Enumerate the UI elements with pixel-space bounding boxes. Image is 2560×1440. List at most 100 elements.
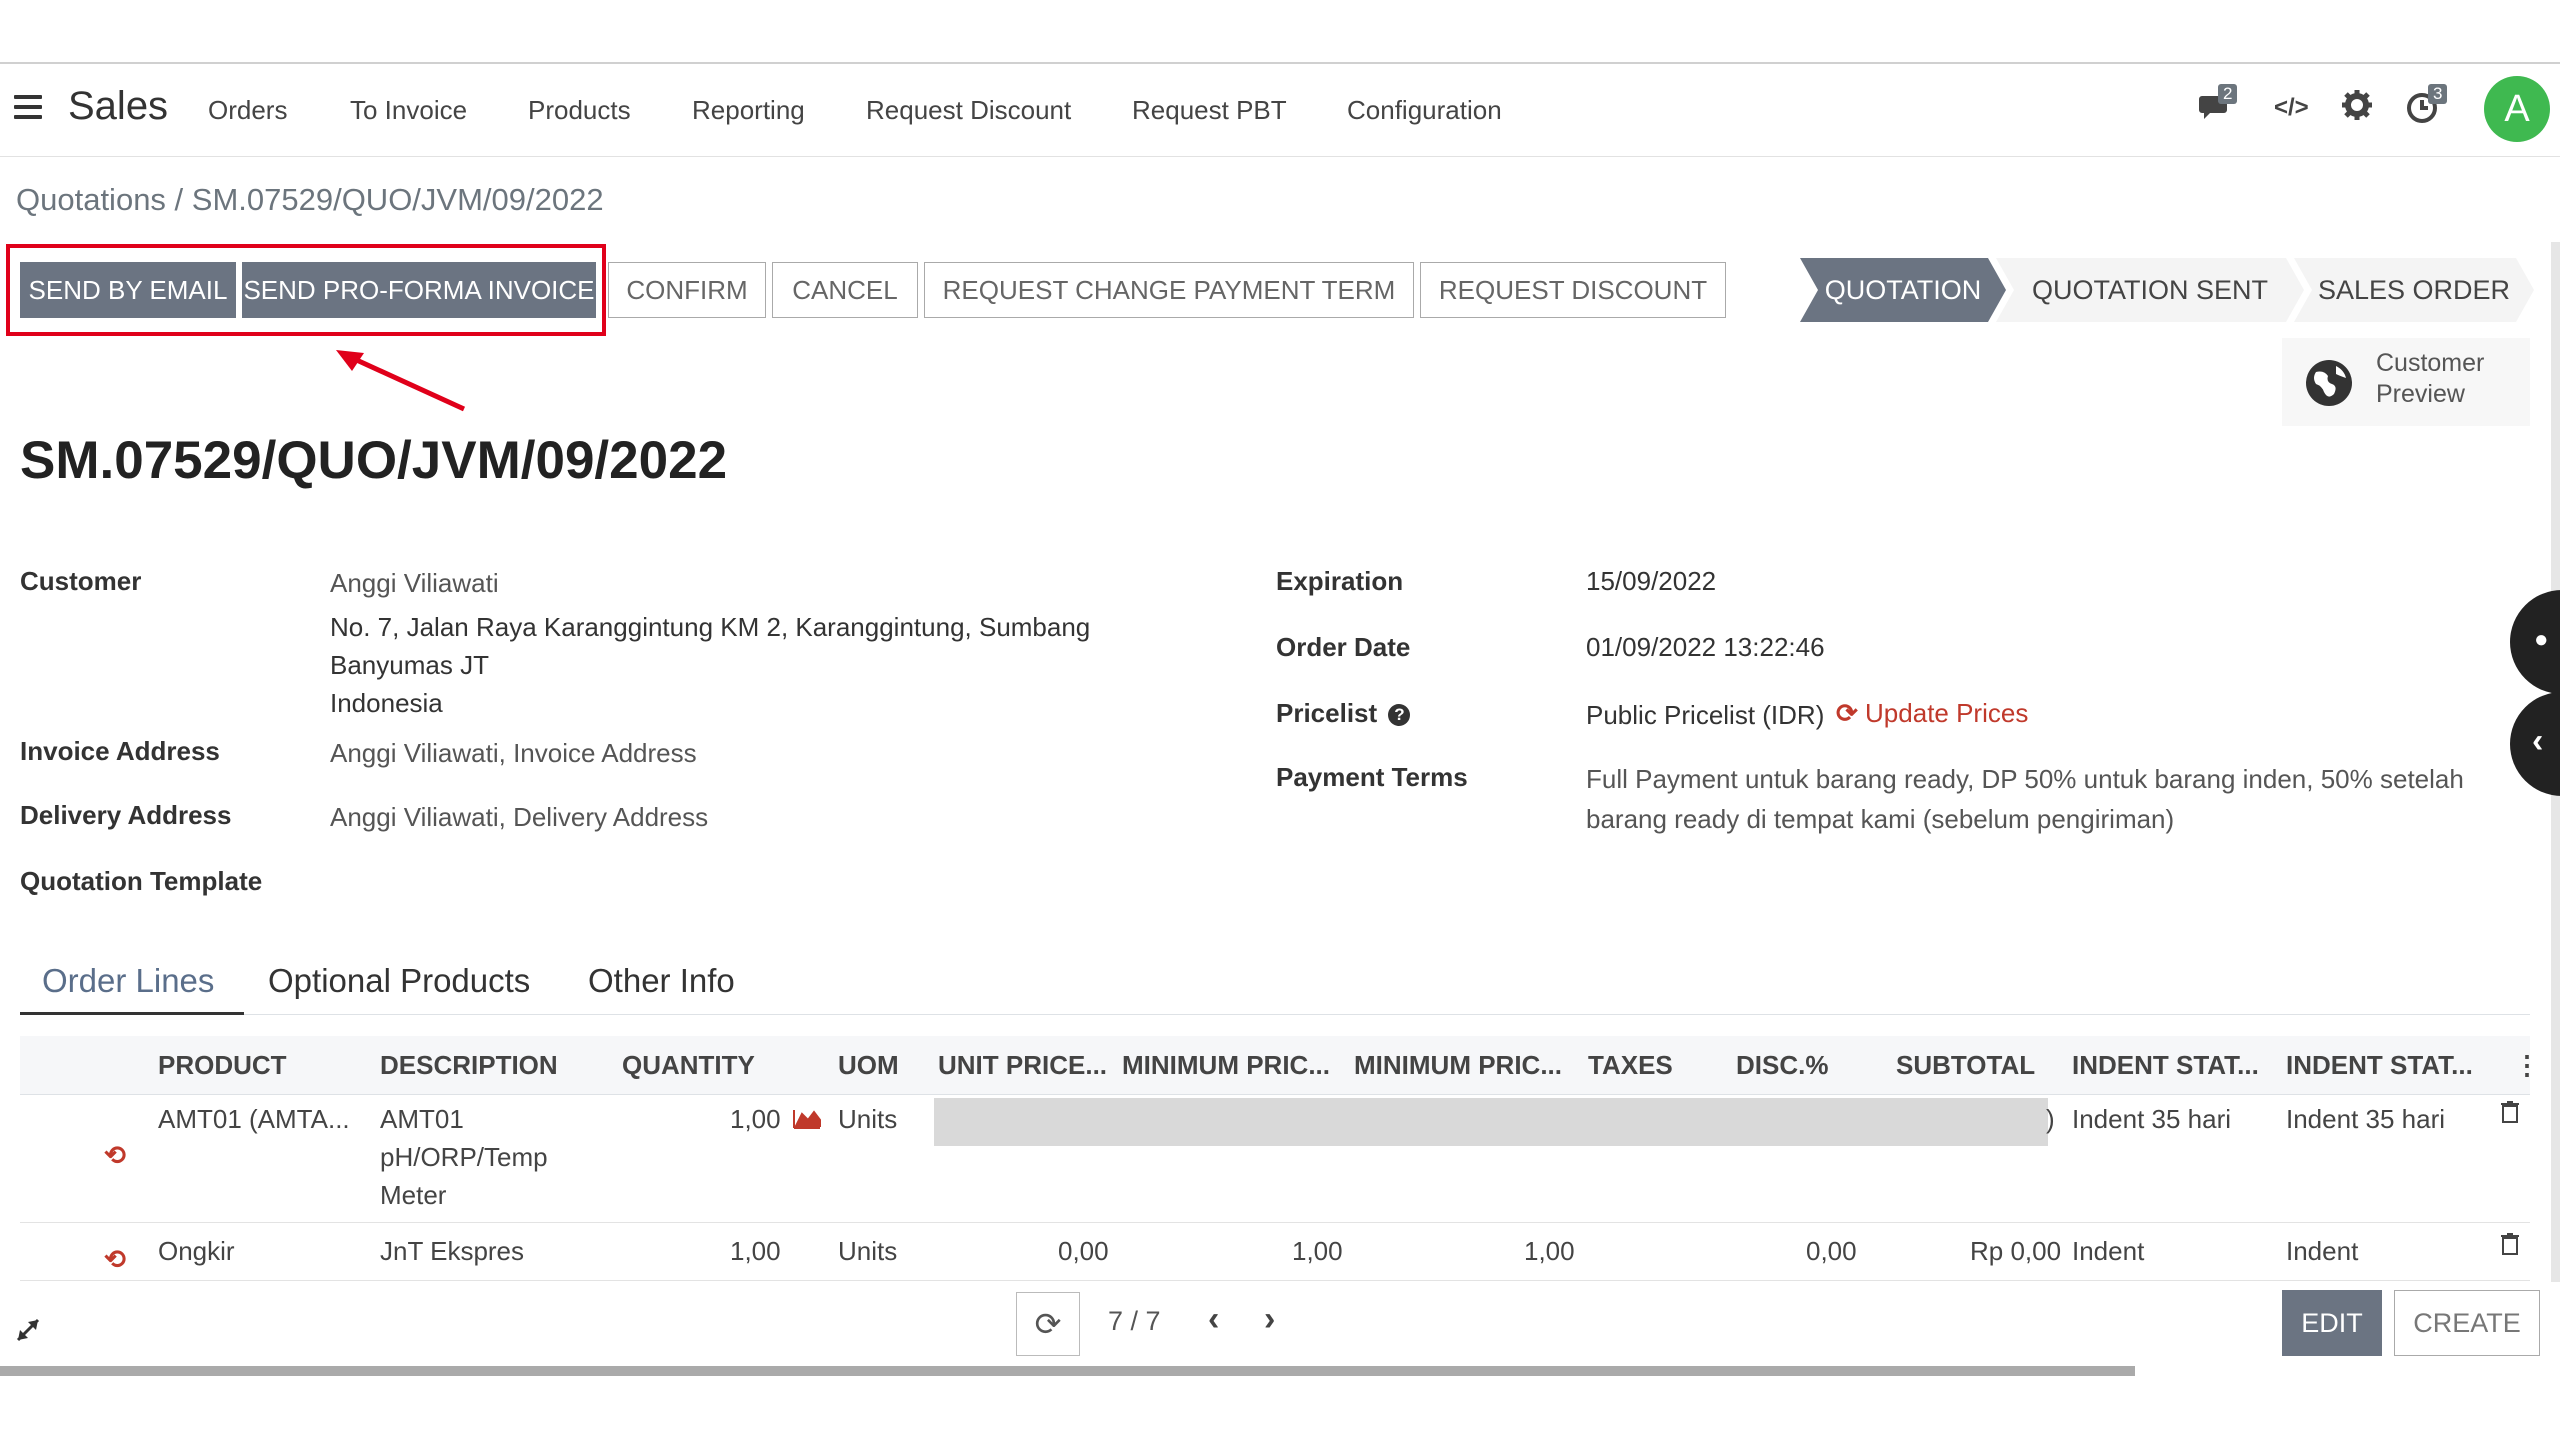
row2-uom[interactable]: Units xyxy=(838,1236,897,1267)
code-icon[interactable]: </> xyxy=(2274,94,2314,134)
sidebar-toggle[interactable]: ‹ xyxy=(2510,692,2560,796)
row1-desc-line1[interactable]: AMT01 xyxy=(380,1104,464,1135)
table-row[interactable]: ⟲ xyxy=(104,1244,126,1275)
row1-desc-line2[interactable]: pH/ORP/Temp xyxy=(380,1142,548,1173)
row1-price-redacted xyxy=(934,1098,2048,1146)
send-proforma-invoice-button[interactable]: SEND PRO-FORMA INVOICE xyxy=(242,262,596,318)
customer-address-line3: Indonesia xyxy=(330,688,443,718)
tab-other-info[interactable]: Other Info xyxy=(588,962,735,1000)
th-product[interactable]: PRODUCT xyxy=(158,1050,287,1081)
menu-request-pbt[interactable]: Request PBT xyxy=(1132,95,1287,126)
request-change-payment-term-button[interactable]: REQUEST CHANGE PAYMENT TERM xyxy=(924,262,1414,318)
th-uom[interactable]: UOM xyxy=(838,1050,899,1081)
expiration-value: 15/09/2022 xyxy=(1586,566,1717,596)
document-title: SM.07529/QUO/JVM/09/2022 xyxy=(20,431,728,490)
th-indent-status-2[interactable]: INDENT STAT... xyxy=(2286,1050,2473,1081)
th-subtotal[interactable]: SUBTOTAL xyxy=(1896,1050,2035,1081)
row2-description[interactable]: JnT Ekspres xyxy=(380,1236,524,1267)
pricelist-label: Pricelist ? xyxy=(1276,698,1411,729)
trash-icon[interactable] xyxy=(2500,1100,2520,1124)
app-title: Sales xyxy=(68,84,169,128)
row1-product[interactable]: AMT01 (AMTA... xyxy=(158,1104,350,1135)
messages-icon[interactable]: 2 xyxy=(2198,84,2238,128)
row-divider xyxy=(20,1280,2530,1281)
delivery-address-link[interactable]: Anggi Viliawati, Delivery Address xyxy=(330,802,708,833)
next-record-icon[interactable]: › xyxy=(1264,1300,1275,1339)
row2-discount[interactable]: 0,00 xyxy=(1806,1236,1857,1267)
row2-unit-price[interactable]: 0,00 xyxy=(1058,1236,1109,1267)
column-options-icon[interactable]: ⋮ xyxy=(2514,1050,2540,1081)
th-minimum-price-1[interactable]: MINIMUM PRIC... xyxy=(1122,1050,1330,1081)
trash-icon[interactable] xyxy=(2500,1232,2520,1256)
menu-reporting[interactable]: Reporting xyxy=(692,95,805,126)
customer-label: Customer xyxy=(20,566,142,596)
th-taxes[interactable]: TAXES xyxy=(1588,1050,1673,1081)
stage-sales-order[interactable]: SALES ORDER xyxy=(2294,258,2534,322)
activities-clock-icon[interactable]: 3 xyxy=(2406,84,2448,128)
stage-quotation[interactable]: QUOTATION xyxy=(1800,258,2006,322)
request-discount-button[interactable]: REQUEST DISCOUNT xyxy=(1420,262,1726,318)
menu-to-invoice[interactable]: To Invoice xyxy=(350,95,467,126)
row1-desc-line3[interactable]: Meter xyxy=(380,1180,446,1211)
chevron-left-icon: ‹ xyxy=(2532,722,2544,760)
menu-products[interactable]: Products xyxy=(528,95,631,126)
row2-indent-status-1[interactable]: Indent xyxy=(2072,1236,2144,1267)
customer-name-link[interactable]: Anggi Viliawati xyxy=(330,568,499,599)
invoice-address-link[interactable]: Anggi Viliawati, Invoice Address xyxy=(330,738,697,769)
confirm-button[interactable]: CONFIRM xyxy=(608,262,766,318)
update-prices-label: Update Prices xyxy=(1865,698,2029,728)
row2-indent-status-2[interactable]: Indent xyxy=(2286,1236,2358,1267)
th-indent-status-1[interactable]: INDENT STAT... xyxy=(2072,1050,2259,1081)
pricelist-value: Public Pricelist (IDR) xyxy=(1586,700,1825,730)
row2-product[interactable]: Ongkir xyxy=(158,1236,235,1267)
payment-terms-line1[interactable]: Full Payment untuk barang ready, DP 50% … xyxy=(1586,764,2464,795)
previous-record-icon[interactable]: ‹ xyxy=(1208,1300,1219,1339)
row1-quantity[interactable]: 1,00 xyxy=(730,1104,781,1135)
tab-optional-products[interactable]: Optional Products xyxy=(268,962,530,1000)
help-icon[interactable]: ? xyxy=(1388,704,1411,727)
row2-minimum-price-2[interactable]: 1,00 xyxy=(1524,1236,1575,1267)
tab-order-lines[interactable]: Order Lines xyxy=(42,962,214,1000)
row2-subtotal: Rp 0,00 xyxy=(1970,1236,2062,1266)
tabs-divider xyxy=(20,1014,2530,1015)
forecast-chart-icon[interactable] xyxy=(792,1106,822,1130)
cancel-button[interactable]: CANCEL xyxy=(772,262,918,318)
chat-icon: ● xyxy=(2534,626,2549,653)
quotation-template-label: Quotation Template xyxy=(20,866,263,896)
expand-icon[interactable] xyxy=(14,1316,42,1344)
row2-quantity[interactable]: 1,00 xyxy=(730,1236,781,1267)
messages-badge: 2 xyxy=(2218,84,2238,104)
table-row[interactable]: ⟲ xyxy=(104,1140,126,1171)
chat-toggle[interactable]: ● xyxy=(2510,590,2560,694)
update-prices-link[interactable]: ⟳ Update Prices xyxy=(1836,698,2028,729)
th-description[interactable]: DESCRIPTION xyxy=(380,1050,558,1081)
payment-terms-line2[interactable]: barang ready di tempat kami (sebelum pen… xyxy=(1586,804,2174,835)
send-by-email-button[interactable]: SEND BY EMAIL xyxy=(20,262,236,318)
edit-button[interactable]: EDIT xyxy=(2282,1290,2382,1356)
menu-configuration[interactable]: Configuration xyxy=(1347,95,1502,126)
create-button[interactable]: CREATE xyxy=(2394,1290,2540,1356)
row1-indent-status-1[interactable]: Indent 35 hari xyxy=(2072,1104,2231,1135)
breadcrumb[interactable]: Quotations / SM.07529/QUO/JVM/09/2022 xyxy=(16,182,604,218)
customer-address-line1: No. 7, Jalan Raya Karanggintung KM 2, Ka… xyxy=(330,612,1091,642)
undo-icon[interactable]: ⟲ xyxy=(104,1244,126,1274)
reload-button[interactable]: ⟳ xyxy=(1016,1292,1080,1356)
customer-address-line2: Banyumas JT xyxy=(330,650,489,680)
pager-counter[interactable]: 7 / 7 xyxy=(1108,1306,1161,1337)
gear-icon[interactable] xyxy=(2340,88,2380,128)
red-arrow-annotation xyxy=(336,350,466,412)
stage-quotation-sent[interactable]: QUOTATION SENT xyxy=(1996,258,2304,322)
th-minimum-price-2[interactable]: MINIMUM PRIC... xyxy=(1354,1050,1562,1081)
th-discount[interactable]: DISC.% xyxy=(1736,1050,1828,1081)
apps-menu-icon[interactable] xyxy=(14,95,44,121)
row1-uom[interactable]: Units xyxy=(838,1104,897,1135)
menu-request-discount[interactable]: Request Discount xyxy=(866,95,1071,126)
undo-icon[interactable]: ⟲ xyxy=(104,1140,126,1170)
row1-indent-status-2[interactable]: Indent 35 hari xyxy=(2286,1104,2445,1135)
menu-orders[interactable]: Orders xyxy=(208,95,287,126)
horizontal-scrollbar[interactable] xyxy=(0,1366,2135,1376)
row2-minimum-price-1[interactable]: 1,00 xyxy=(1292,1236,1343,1267)
user-avatar[interactable]: A xyxy=(2484,76,2550,142)
th-unit-price[interactable]: UNIT PRICE... xyxy=(938,1050,1107,1081)
th-quantity[interactable]: QUANTITY xyxy=(622,1050,755,1081)
